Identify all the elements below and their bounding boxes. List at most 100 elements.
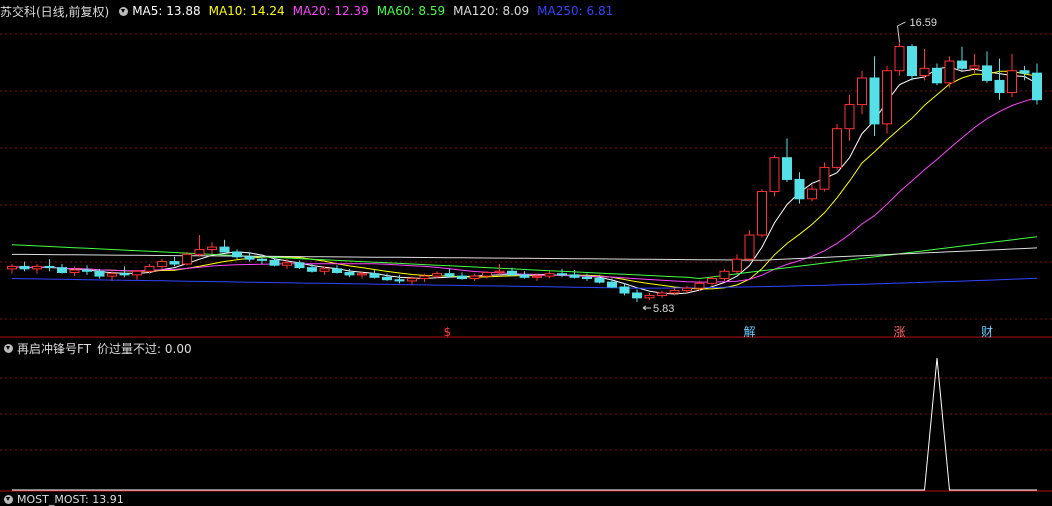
candle-body: [394, 279, 405, 282]
candle-body: [507, 270, 517, 276]
candle-body: [1019, 70, 1030, 74]
candle-body: [907, 46, 917, 77]
low-price-label: 5.83: [653, 303, 674, 315]
candle-body: [444, 273, 455, 277]
candle-body: [957, 60, 967, 69]
candle-body: [57, 267, 67, 273]
header-bar: 苏交科(日线,前复权) MA5: 13.88 MA10: 14.24 MA20: 1…: [0, 2, 621, 20]
low-marker-arrow: [642, 305, 651, 311]
event-marker: $: [444, 325, 452, 339]
ma-legend-item: MA20: 12.39: [292, 4, 369, 18]
stock-title: 苏交科(日线,前复权): [0, 4, 110, 19]
candle-body: [207, 246, 217, 251]
candle-body: [357, 273, 367, 276]
candle-body: [932, 67, 942, 84]
candle-body: [682, 287, 692, 292]
candle-body: [857, 77, 867, 106]
candle-body: [94, 270, 105, 277]
candle-body: [869, 77, 880, 125]
candle-body: [669, 290, 680, 294]
candle-body: [232, 251, 242, 258]
candle-body: [769, 157, 780, 193]
candle-body: [782, 157, 792, 180]
ma-legend: MA5: 13.88 MA10: 14.24 MA20: 12.39 MA60: 8.…: [132, 4, 621, 18]
candle-body: [457, 275, 467, 280]
candle-body: [132, 270, 142, 276]
candle-body: [882, 70, 892, 125]
candle-body: [832, 128, 842, 168]
candle-body: [119, 273, 130, 276]
candle-body: [619, 286, 630, 294]
candle-body: [544, 273, 555, 277]
candle-body: [719, 270, 730, 280]
candle-body: [382, 276, 392, 281]
event-marker: 财: [981, 325, 993, 339]
bottom-indicator-dropdown-icon[interactable]: [4, 494, 13, 504]
candle-body: [282, 262, 292, 266]
indicator-title: 再启冲锋号FT: [17, 341, 92, 356]
candle-body: [969, 65, 980, 69]
candle-body: [107, 273, 117, 277]
candle-body: [844, 104, 855, 130]
candle-body: [257, 258, 267, 261]
candle-body: [644, 294, 655, 299]
candle-body: [744, 234, 755, 260]
candle-body: [994, 79, 1005, 93]
candle-body: [307, 267, 317, 272]
candle-body: [294, 262, 305, 269]
candle-body: [32, 265, 42, 270]
candle-body: [469, 275, 480, 280]
candle-body: [919, 67, 930, 77]
candle-body: [432, 273, 442, 277]
candle-body: [732, 258, 742, 272]
candle-body: [44, 265, 55, 269]
candle-body: [157, 261, 167, 267]
candle-body: [519, 274, 530, 278]
candle-body: [1032, 72, 1042, 101]
high-price-label: 16.59: [910, 17, 938, 29]
high-marker-arrow: [896, 21, 906, 43]
event-marker: 涨: [894, 324, 906, 339]
candle-body: [594, 278, 605, 283]
ma-settings-dropdown-icon[interactable]: [119, 6, 129, 16]
candle-body: [944, 60, 955, 84]
candle-body: [894, 46, 905, 72]
candle-body: [319, 268, 330, 272]
bottom-indicator-header: MOST_MOST: 13.91: [0, 492, 124, 506]
ma-line: [12, 247, 1038, 261]
ma-legend-item: MA60: 8.59: [376, 4, 446, 18]
candle-body: [269, 259, 280, 266]
candle-body: [982, 65, 992, 81]
candle-body: [194, 249, 205, 255]
candle-body: [344, 271, 355, 276]
candle-body: [494, 270, 505, 273]
ma-legend-item: MA120: 8.09: [453, 4, 530, 18]
candle-body: [169, 261, 180, 265]
candle-body: [607, 281, 617, 288]
candle-body: [419, 275, 430, 280]
candle-body: [582, 276, 592, 280]
candle-body: [807, 188, 817, 200]
kline-chart[interactable]: 16.59 5.83 $ 解 涨 财: [0, 0, 1052, 499]
candle-body: [532, 275, 542, 278]
ma-legend-item: MA10: 14.24: [208, 4, 285, 18]
candle-body: [694, 282, 705, 289]
indicator-dropdown-icon[interactable]: [4, 343, 13, 353]
candle-body: [707, 278, 717, 284]
candle-body: [794, 178, 805, 200]
candle-body: [144, 265, 155, 272]
candle-body: [1007, 70, 1017, 93]
indicator-header: 再启冲锋号FT 价过量不过: 0.00: [0, 340, 198, 356]
candle-body: [407, 278, 417, 282]
ma-line: [11, 277, 1038, 289]
ma-legend-item: MA5: 13.88: [132, 4, 201, 18]
candle-body: [244, 256, 255, 260]
candle-body: [182, 253, 192, 265]
candle-body: [332, 268, 342, 273]
candle-body: [69, 269, 80, 273]
candle-body: [632, 292, 642, 299]
candle-body: [369, 273, 380, 278]
bottom-indicator-label: MOST_MOST: 13.91: [17, 492, 124, 506]
indicator-value: 价过量不过: 0.00: [97, 341, 192, 356]
candle-body: [757, 191, 767, 236]
